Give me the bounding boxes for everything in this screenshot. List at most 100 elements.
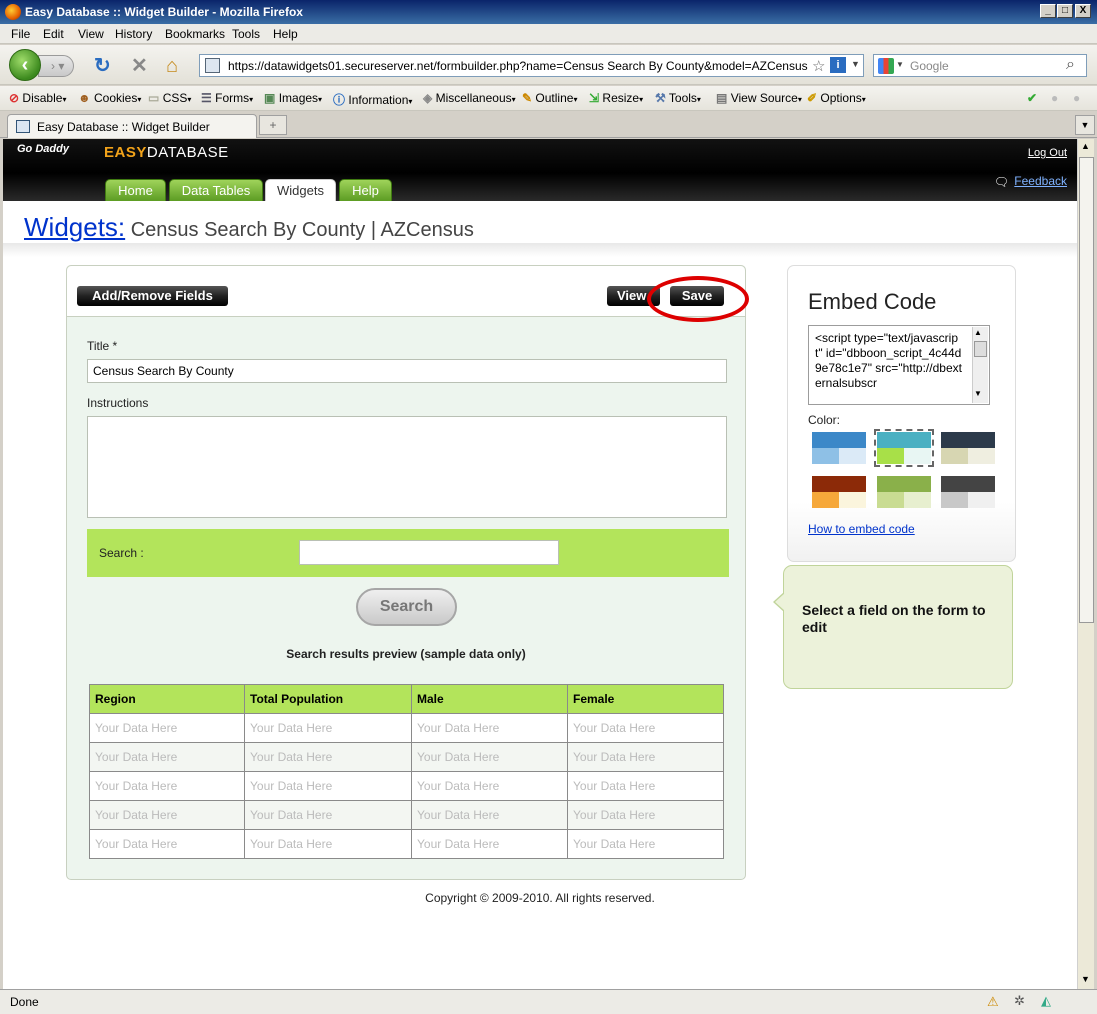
home-icon[interactable]: ⌂ xyxy=(166,56,178,76)
back-button[interactable]: ‹ xyxy=(9,49,41,81)
scroll-up-icon[interactable]: ▲ xyxy=(1081,141,1090,151)
dev-outline[interactable]: ✎ Outline▾ xyxy=(522,91,577,105)
bookmark-star-icon[interactable]: ☆ xyxy=(812,57,825,75)
table-cell[interactable]: Your Data Here xyxy=(567,742,724,772)
menu-view[interactable]: View xyxy=(78,27,104,41)
table-cell[interactable]: Your Data Here xyxy=(567,829,724,859)
maximize-button[interactable]: □ xyxy=(1057,4,1073,18)
godaddy-logo[interactable]: Go Daddy xyxy=(17,143,69,155)
dev-resize[interactable]: ⇲ Resize▾ xyxy=(589,91,643,105)
embed-code-text[interactable]: <script type="text/javascript" id="dbboo… xyxy=(815,331,965,391)
table-cell[interactable]: Your Data Here xyxy=(89,800,245,830)
menu-history[interactable]: History xyxy=(115,27,152,41)
search-form-row[interactable]: Search : xyxy=(87,529,729,577)
dev-view-source[interactable]: ▤ View Source▾ xyxy=(716,91,802,105)
dev-css[interactable]: ▭ CSS▾ xyxy=(148,91,191,105)
table-cell[interactable]: Your Data Here xyxy=(89,742,245,772)
scroll-up-icon[interactable]: ▲ xyxy=(974,328,982,337)
easy-database-logo[interactable]: EASYDATABASE xyxy=(104,144,229,161)
widgets-link[interactable]: Widgets: xyxy=(24,212,125,242)
menu-edit[interactable]: Edit xyxy=(43,27,64,41)
minimize-button[interactable]: _ xyxy=(1040,4,1056,18)
table-cell[interactable]: Your Data Here xyxy=(89,829,245,859)
nav-tab-help[interactable]: Help xyxy=(339,179,392,201)
dev-tools[interactable]: ⚒ Tools▾ xyxy=(655,91,701,105)
dev-miscellaneous[interactable]: ◈ Miscellaneous▾ xyxy=(423,91,516,105)
nav-tab-home[interactable]: Home xyxy=(105,179,166,201)
firebug-icon[interactable]: ✲ xyxy=(1014,993,1025,1009)
url-text[interactable]: https://datawidgets01.secureserver.net/f… xyxy=(228,59,808,73)
nav-tab-data-tables[interactable]: Data Tables xyxy=(169,179,263,201)
browser-tab[interactable]: Easy Database :: Widget Builder xyxy=(7,114,257,138)
addon-icon[interactable]: ⚠ xyxy=(987,994,999,1010)
add-remove-fields-button[interactable]: Add/Remove Fields xyxy=(77,286,228,306)
scroll-down-icon[interactable]: ▼ xyxy=(974,389,982,398)
feedback-link[interactable]: Feedback xyxy=(1014,174,1067,188)
scroll-down-icon[interactable]: ▼ xyxy=(1081,974,1090,984)
color-swatch[interactable] xyxy=(812,432,866,464)
code-scrollbar[interactable]: ▲ ▼ xyxy=(972,327,988,403)
table-cell[interactable]: Your Data Here xyxy=(411,829,568,859)
nav-tab-widgets[interactable]: Widgets xyxy=(265,179,336,201)
page-scrollbar[interactable]: ▲ ▼ xyxy=(1077,139,1094,989)
table-cell[interactable]: Your Data Here xyxy=(244,800,412,830)
table-cell[interactable]: Your Data Here xyxy=(244,742,412,772)
color-swatch[interactable] xyxy=(812,476,866,508)
dev-images[interactable]: ▣ Images▾ xyxy=(264,91,322,105)
table-cell[interactable]: Your Data Here xyxy=(244,713,412,743)
menu-file[interactable]: File xyxy=(11,27,30,41)
info-icon[interactable]: i xyxy=(830,57,846,73)
url-bar[interactable]: https://datawidgets01.secureserver.net/f… xyxy=(199,54,864,77)
title-field-value[interactable]: Census Search By County xyxy=(93,364,234,378)
search-icon[interactable]: ⌕ xyxy=(1066,56,1075,74)
search-button[interactable]: Search xyxy=(356,588,457,626)
search-engine-icon[interactable] xyxy=(878,58,894,74)
forward-button[interactable]: › ▾ xyxy=(38,55,74,77)
tab-list-button[interactable]: ▼ xyxy=(1075,115,1095,135)
title-field[interactable]: Census Search By County xyxy=(87,359,727,383)
dev-information[interactable]: ⓘ Information▾ xyxy=(333,91,412,108)
column-male[interactable]: Male xyxy=(411,684,568,714)
column-female[interactable]: Female xyxy=(567,684,724,714)
dev-options[interactable]: ✐ Options▾ xyxy=(807,91,866,105)
table-cell[interactable]: Your Data Here xyxy=(244,771,412,801)
table-cell[interactable]: Your Data Here xyxy=(567,800,724,830)
table-cell[interactable]: Your Data Here xyxy=(244,829,412,859)
embed-code-textarea[interactable]: <script type="text/javascript" id="dbboo… xyxy=(808,325,990,405)
table-cell[interactable]: Your Data Here xyxy=(411,771,568,801)
site-identity-icon[interactable] xyxy=(205,58,220,73)
column-region[interactable]: Region xyxy=(89,684,245,714)
table-cell[interactable]: Your Data Here xyxy=(567,713,724,743)
menu-tools[interactable]: Tools xyxy=(232,27,260,41)
url-dropdown-icon[interactable]: ▼ xyxy=(851,59,860,69)
color-swatch[interactable] xyxy=(877,476,931,508)
table-cell[interactable]: Your Data Here xyxy=(567,771,724,801)
page-scroll-thumb[interactable] xyxy=(1079,157,1094,623)
stop-icon[interactable]: ✕ xyxy=(131,56,148,76)
new-tab-button[interactable]: + xyxy=(259,115,287,135)
table-cell[interactable]: Your Data Here xyxy=(89,713,245,743)
search-bar[interactable]: ▼ Google ⌕ xyxy=(873,54,1087,77)
logout-link[interactable]: Log Out xyxy=(1028,147,1067,159)
color-swatch[interactable] xyxy=(941,432,995,464)
table-cell[interactable]: Your Data Here xyxy=(411,713,568,743)
tab-title[interactable]: Easy Database :: Widget Builder xyxy=(37,120,210,134)
table-cell[interactable]: Your Data Here xyxy=(411,800,568,830)
search-placeholder[interactable]: Google xyxy=(910,59,949,73)
table-cell[interactable]: Your Data Here xyxy=(411,742,568,772)
color-swatch[interactable] xyxy=(941,476,995,508)
instructions-field[interactable] xyxy=(87,416,727,518)
code-scroll-thumb[interactable] xyxy=(974,341,987,357)
close-button[interactable]: X xyxy=(1075,4,1091,18)
column-total-population[interactable]: Total Population xyxy=(244,684,412,714)
dev-cookies[interactable]: ☻ Cookies▾ xyxy=(78,91,141,105)
menu-help[interactable]: Help xyxy=(273,27,298,41)
dev-disable[interactable]: ⊘ Disable▾ xyxy=(9,91,66,105)
search-engine-dropdown-icon[interactable]: ▼ xyxy=(896,60,904,69)
how-to-embed-link[interactable]: How to embed code xyxy=(808,522,915,536)
reload-icon[interactable]: ↻ xyxy=(94,56,111,76)
search-field[interactable] xyxy=(299,540,559,565)
menu-bookmarks[interactable]: Bookmarks xyxy=(165,27,225,41)
table-cell[interactable]: Your Data Here xyxy=(89,771,245,801)
sync-icon[interactable]: ◭ xyxy=(1041,993,1051,1009)
